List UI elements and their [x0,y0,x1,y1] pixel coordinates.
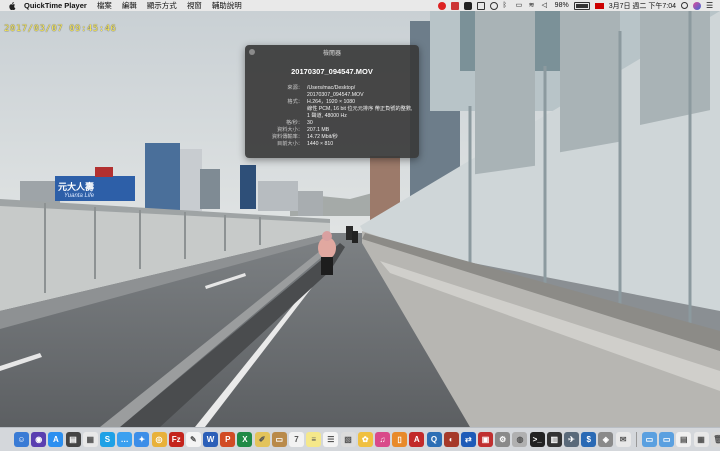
info-value: 1440 × 810 [307,141,334,147]
textedit-icon[interactable]: ✎ [185,432,201,447]
info-key: 目前大小： [277,141,303,147]
upload-icon[interactable] [476,1,485,10]
search-icon[interactable] [681,2,688,9]
folder-docs-icon[interactable]: ▭ [659,432,675,447]
info-row-format: 格式： H.264，1920 × 1080 線性 PCM, 16 bit 位元元… [253,99,413,120]
status-area: ᛒ ▭ ≋ ◁ 98% 3月7日 週二 下午7:04 ☰ [437,0,714,11]
powerpoint-icon[interactable]: P [220,432,236,447]
excel-icon[interactable]: X [237,432,253,447]
word-icon[interactable]: W [203,432,219,447]
photos-icon[interactable]: ✿ [357,432,373,447]
reminders-icon[interactable]: ☰ [323,432,339,447]
apple-menu-icon[interactable] [8,1,16,10]
info-key: 資料傳輸率： [271,134,303,140]
launchpad-icon[interactable]: ✈ [564,432,579,447]
calendar-icon[interactable]: ▦ [82,432,98,447]
network-icon[interactable]: ◈ [598,432,614,447]
info-row-size: 資料大小： 207.1 MB [253,127,413,134]
video-frame[interactable]: 2017/03/07 09:45:46 元大人壽 Yuanta Life 檢閱器… [0,11,720,427]
itunes-icon[interactable]: ♫ [374,432,390,447]
inspector-filename: 20170307_094547.MOV [291,67,373,76]
info-value: /Users/mac/Desktop/ 20170307_094547.MOV [307,85,364,98]
menu-edit[interactable]: 編輯 [122,0,137,11]
skype-icon[interactable]: S [99,432,115,447]
folder-icon[interactable]: ▭ [271,432,287,447]
menu-view[interactable]: 顯示方式 [147,0,177,11]
info-row-bitrate: 資料傳輸率： 14.72 Mbit/秒 [253,134,413,141]
pause-icon[interactable] [450,1,459,10]
info-row-source: 來源： /Users/mac/Desktop/ 20170307_094547.… [253,85,413,99]
wifi-icon[interactable]: ≋ [529,2,537,10]
info-value: 14.72 Mbit/秒 [307,134,338,140]
ibooks-icon[interactable]: ▯ [392,432,408,447]
info-key: 來源： [287,85,303,91]
app-store-icon[interactable]: A [48,432,64,447]
airplay-icon[interactable]: ▭ [516,2,524,10]
info-value: H.264，1920 × 1080 線性 PCM, 16 bit 位元元排序 帶… [307,99,413,119]
dock: ☺ ◉ A ▤ ▦ S… ✦ ◎ Fz ✎ W P X ✐ ▭ 7 ≡ ☰ ▧ ✿ ♫ ▯ A Q ◐ ⇄ ▣ ⚙ ◍ >_ ▥ ✈ $ ◈ ✉ ▭ ▭… [0,427,720,451]
evernote-icon[interactable] [463,1,472,10]
info-key: 格/秒： [285,120,303,126]
siri-icon[interactable]: ◉ [31,432,47,447]
pencil-icon[interactable]: ✐ [254,432,270,447]
activity-icon[interactable]: ▥ [546,432,562,447]
calendar-7-icon[interactable]: 7 [289,432,304,447]
menu-file[interactable]: 檔案 [97,0,112,11]
inspector-title: 檢閱器 [322,51,341,57]
billboard-text: 元大人壽 [58,182,95,192]
info-value: 30 [307,120,313,126]
flag-icon[interactable] [594,2,604,9]
info-row-fps: 格/秒： 30 [253,120,413,127]
safari-icon[interactable]: ✦ [134,432,150,447]
acrobat-icon[interactable]: A [409,432,425,447]
menu-help[interactable]: 輔助說明 [212,0,242,11]
quicktime-icon[interactable]: Q [426,432,442,447]
chrome-icon[interactable]: ◎ [151,432,167,447]
document-stack-icon[interactable]: ▦ [693,432,709,447]
system-prefs-icon[interactable]: ⚙ [495,432,511,447]
trash-icon[interactable]: 🗑 [710,432,720,447]
terminal-icon[interactable]: >_ [529,432,545,447]
photo-booth-icon[interactable]: ◐ [443,432,459,447]
dock-separator [635,432,637,447]
info-key: 格式： [287,99,303,105]
app-menu[interactable]: QuickTime Player [24,1,87,10]
teamviewer-icon[interactable]: ⇄ [460,432,476,447]
video-timestamp: 2017/03/07 09:45:46 [4,24,117,34]
billboard-subtext: Yuanta Life [64,193,95,199]
info-row-current-size: 目前大小： 1440 × 810 [253,141,413,148]
finder-icon[interactable]: ☺ [14,432,29,447]
mail-icon[interactable]: ✉ [615,432,631,447]
disk-utility-icon[interactable]: ◍ [512,432,528,447]
notes-dark-icon[interactable]: ▤ [65,432,81,447]
folder-downloads-icon[interactable]: ▭ [641,432,657,447]
bluetooth-icon[interactable]: ᛒ [503,2,511,10]
siri-menu-icon[interactable] [693,1,701,10]
inspector-rows: 來源： /Users/mac/Desktop/ 20170307_094547.… [253,85,413,148]
filezilla-icon[interactable]: Fz [168,432,184,447]
notes-icon[interactable]: ≡ [306,432,322,447]
menu-clock[interactable]: 3月7日 週二 下午7:04 [609,1,676,11]
menu-window[interactable]: 視窗 [187,0,202,11]
sync-icon[interactable] [489,1,498,10]
battery-percent: 98% [554,2,569,9]
finance-icon[interactable]: $ [581,432,597,447]
inspector-panel[interactable]: 檢閱器 20170307_094547.MOV 來源： /Users/mac/D… [245,45,419,158]
notification-center-icon[interactable]: ☰ [706,1,714,10]
messages-icon[interactable]: … [117,432,133,447]
info-value: 207.1 MB [307,127,330,133]
preview-icon[interactable]: ▧ [340,432,356,447]
record-icon[interactable] [437,1,446,10]
battery-icon[interactable] [573,1,590,10]
volume-icon[interactable]: ◁ [542,2,550,10]
info-key: 資料大小： [277,127,303,133]
photo-icon[interactable]: ▣ [478,432,494,447]
screenshot-stack-icon[interactable]: ▤ [676,432,692,447]
